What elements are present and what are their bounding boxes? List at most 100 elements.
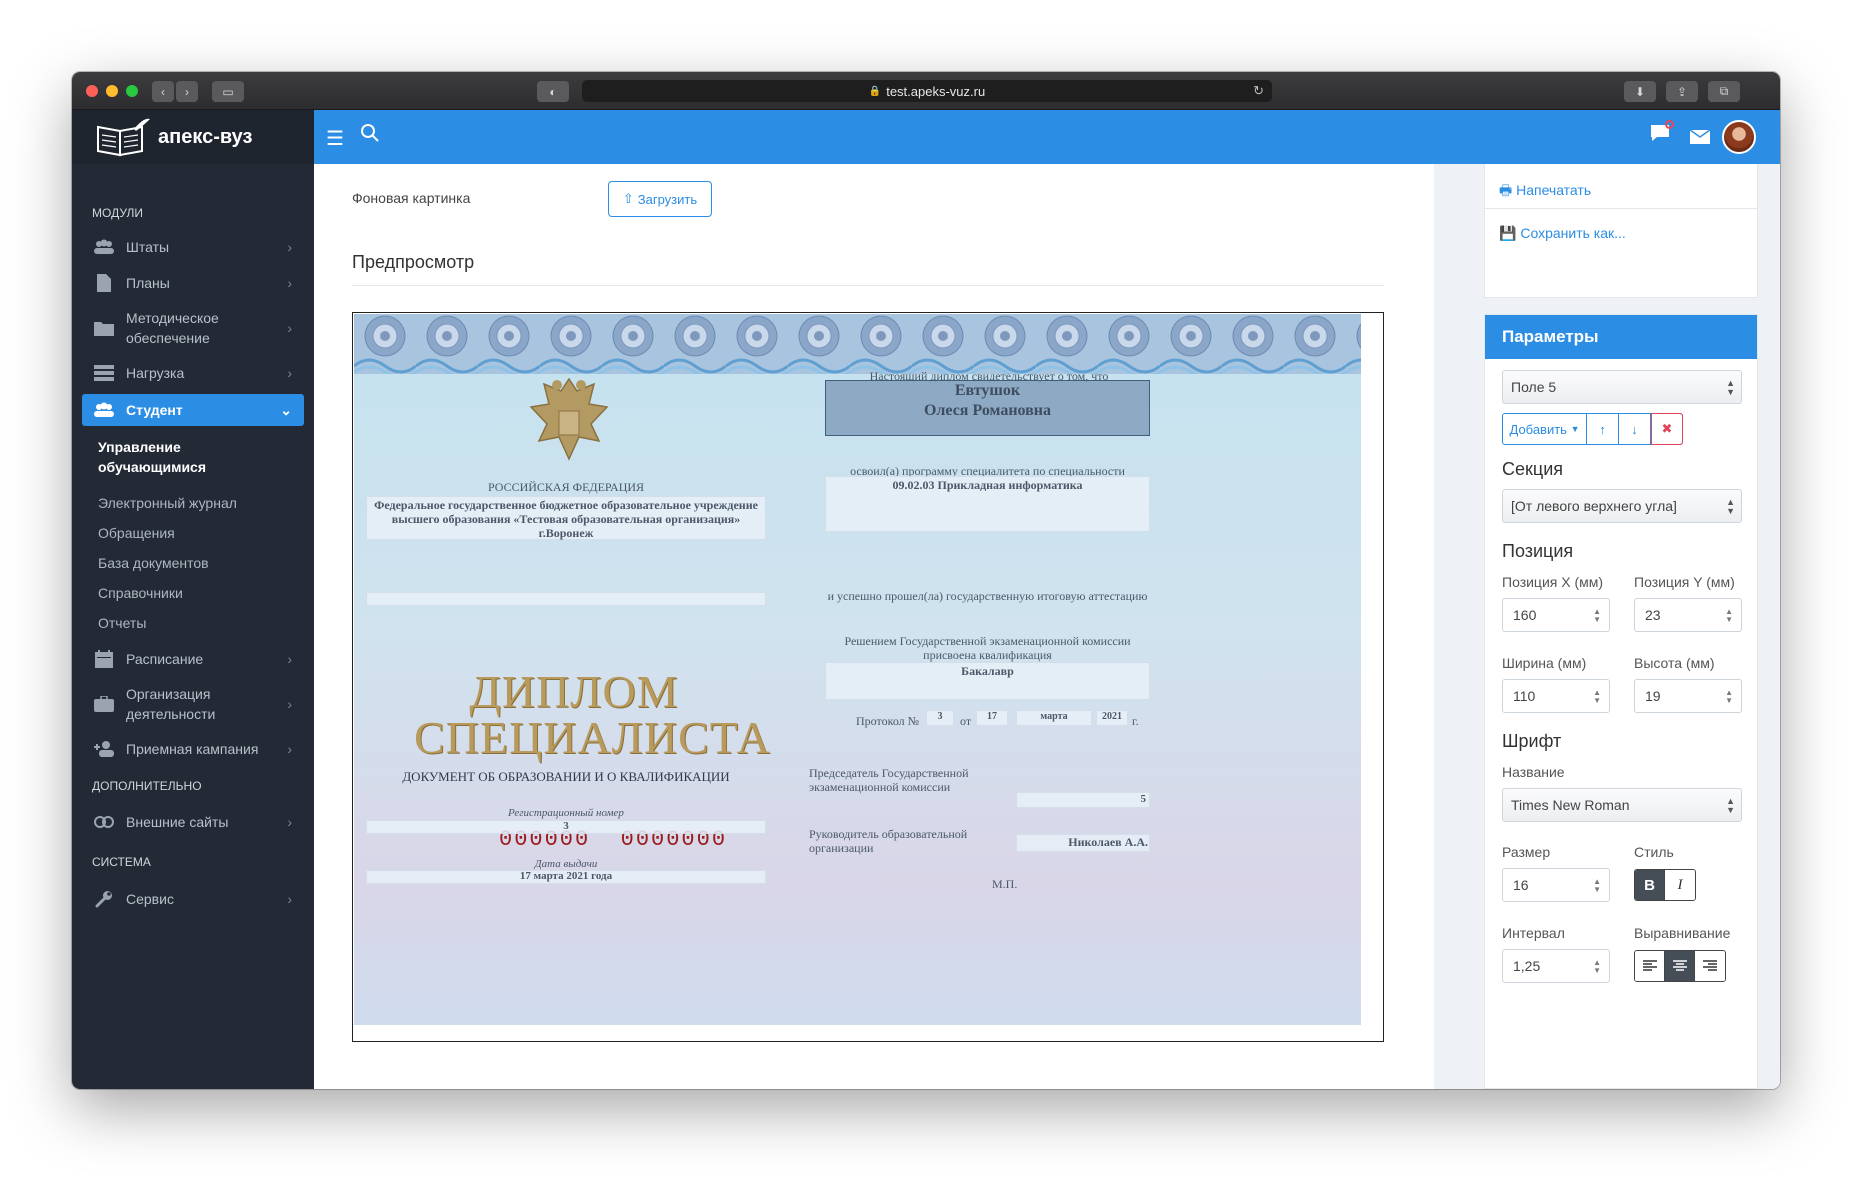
tabs-overview-icon[interactable]: ⧉ (1708, 81, 1740, 102)
sidebar-item-service[interactable]: Сервис › (82, 882, 304, 916)
address-bar[interactable]: 🔒 test.apeks-vuz.ru ↻ (582, 80, 1272, 102)
align-left-icon[interactable] (1635, 951, 1665, 981)
chevron-right-icon: › (287, 239, 292, 255)
field-select-value: Поле 5 (1511, 379, 1557, 395)
sidebar-item-load[interactable]: Нагрузка › (82, 356, 304, 390)
sidebar: апекс-вуз МОДУЛИ Штаты › Планы › Методич… (72, 110, 314, 1089)
sidebar-item-schedule[interactable]: Расписание › (82, 642, 304, 676)
browser-window: ‹ › ▭ ◐ 🔒 test.apeks-vuz.ru ↻ ⬇ ⇪ ⧉ апек… (72, 72, 1780, 1089)
align-center-icon[interactable] (1665, 951, 1695, 981)
move-up-button[interactable]: ↑ (1587, 414, 1619, 444)
move-down-button[interactable]: ↓ (1619, 414, 1651, 444)
book-logo-icon (97, 118, 150, 157)
chevron-right-icon: › (287, 696, 292, 712)
font-name-select[interactable]: Times New Roman ▲ ▼ (1502, 788, 1742, 822)
chevron-right-icon: › (287, 814, 292, 830)
pos-x-input[interactable]: 160 ▲ ▼ (1502, 598, 1610, 632)
params-header: Параметры (1485, 315, 1757, 359)
width-input[interactable]: 110 ▲ ▼ (1502, 679, 1610, 713)
delete-field-button[interactable]: ✖ (1651, 413, 1683, 445)
subitem-refs[interactable]: Справочники (98, 585, 183, 601)
height-input[interactable]: 19 ▲ ▼ (1634, 679, 1742, 713)
spinner-icon[interactable]: ▲ ▼ (1593, 689, 1601, 705)
coat-of-arms-icon (529, 377, 609, 461)
chevron-right-icon: › (287, 275, 292, 291)
save-as-link[interactable]: 💾 Сохранить как... (1499, 225, 1626, 242)
section-system: СИСТЕМА (92, 855, 151, 869)
preview-frame: Настоящий диплом свидетельствует о том, … (352, 312, 1384, 1042)
add-field-button[interactable]: Добавить ▼ (1503, 414, 1587, 444)
diploma-from: от (960, 714, 972, 728)
section-additional: ДОПОЛНИТЕЛЬНО (92, 779, 202, 793)
interval-input[interactable]: 1,25 ▲ ▼ (1502, 949, 1610, 983)
style-label: Стиль (1634, 844, 1674, 860)
diploma-preview: Настоящий диплом свидетельствует о том, … (354, 314, 1361, 1025)
spinner-icon[interactable]: ▲ ▼ (1593, 959, 1601, 975)
back-icon[interactable]: ‹ (152, 81, 174, 102)
align-right-icon[interactable] (1695, 951, 1725, 981)
select-arrows-icon: ▲ ▼ (1726, 796, 1735, 815)
forward-icon[interactable]: › (176, 81, 198, 102)
diploma-qualification: Бакалавр (961, 664, 1014, 678)
upload-icon: ⇧ (622, 191, 634, 206)
diploma-month: марта (1040, 711, 1068, 722)
size-input[interactable]: 16 ▲ ▼ (1502, 868, 1610, 902)
spinner-icon[interactable]: ▲ ▼ (1725, 689, 1733, 705)
maximize-window-button[interactable] (126, 85, 138, 97)
size-value: 16 (1513, 877, 1529, 893)
top-navbar: ☰ (314, 110, 1780, 164)
spinner-icon[interactable]: ▲ ▼ (1593, 608, 1601, 624)
sidebar-item-organization[interactable]: Организация деятельности › (82, 680, 304, 728)
bold-toggle[interactable]: B (1635, 870, 1665, 900)
subitem-docs[interactable]: База документов (98, 555, 209, 571)
spinner-icon[interactable]: ▲ ▼ (1593, 878, 1601, 894)
diploma-passed: и успешно прошел(ла) государственную ито… (827, 589, 1148, 603)
chevron-right-icon: › (287, 651, 292, 667)
sidebar-item-student[interactable]: Студент ⌄ (82, 394, 304, 426)
sidebar-item-methodical[interactable]: Методическое обеспечение › (82, 304, 304, 352)
diploma-year-suffix: г. (1132, 714, 1139, 728)
sidebar-item-admission[interactable]: Приемная кампания › (82, 732, 304, 766)
diploma-stamp: М.П. (992, 877, 1018, 891)
section-select[interactable]: [От левого верхнего угла] ▲ ▼ (1502, 489, 1742, 523)
close-window-button[interactable] (86, 85, 98, 97)
field-select[interactable]: Поле 5 ▲ ▼ (1502, 370, 1742, 404)
share-icon[interactable]: ⇪ (1666, 81, 1698, 102)
save-as-label: Сохранить как... (1520, 225, 1626, 241)
privacy-shield-icon[interactable]: ◐ (537, 81, 569, 102)
chevron-right-icon: › (287, 741, 292, 757)
reload-icon[interactable]: ↻ (1253, 83, 1264, 99)
brand[interactable]: апекс-вуз (72, 110, 314, 164)
sidebar-item-plans[interactable]: Планы › (82, 266, 304, 300)
diploma-org: Федеральное государственное бюджетное об… (374, 498, 758, 540)
sidebar-item-staff[interactable]: Штаты › (82, 230, 304, 264)
mail-icon[interactable] (1689, 127, 1711, 150)
sidebar-item-external[interactable]: Внешние сайты › (82, 805, 304, 839)
interval-value: 1,25 (1513, 958, 1541, 974)
print-link[interactable]: 🖶 Напечатать (1499, 180, 1591, 204)
pos-y-input[interactable]: 23 ▲ ▼ (1634, 598, 1742, 632)
font-name-value: Times New Roman (1511, 797, 1630, 813)
spinner-icon[interactable]: ▲ ▼ (1725, 608, 1733, 624)
printer-icon: 🖶 (1499, 182, 1513, 198)
search-icon[interactable] (360, 123, 380, 149)
italic-toggle[interactable]: I (1665, 870, 1695, 900)
minimize-window-button[interactable] (106, 85, 118, 97)
sidebar-item-label: Методическое обеспечение (126, 310, 219, 346)
sidebar-item-label: Сервис (126, 891, 174, 907)
print-label: Напечатать (1516, 182, 1592, 198)
user-avatar[interactable] (1722, 120, 1756, 154)
subitem-reports[interactable]: Отчеты (98, 615, 146, 631)
subitem-manage-students[interactable]: Управление обучающимися (98, 437, 238, 477)
subitem-requests[interactable]: Обращения (98, 525, 175, 541)
hamburger-menu-icon[interactable]: ☰ (326, 126, 344, 151)
pos-x-label: Позиция X (мм) (1502, 574, 1604, 590)
font-name-label: Название (1502, 764, 1565, 780)
sidebar-toggle-icon[interactable]: ▭ (212, 81, 244, 102)
diploma-field-empty[interactable] (366, 592, 766, 606)
downloads-icon[interactable]: ⬇ (1624, 81, 1656, 102)
server-icon (92, 363, 116, 383)
subitem-journal[interactable]: Электронный журнал (98, 495, 237, 511)
upload-button[interactable]: ⇧ Загрузить (608, 181, 712, 217)
diploma-doc-type: ДОКУМЕНТ ОБ ОБРАЗОВАНИИ И О КВАЛИФИКАЦИИ (402, 769, 730, 784)
